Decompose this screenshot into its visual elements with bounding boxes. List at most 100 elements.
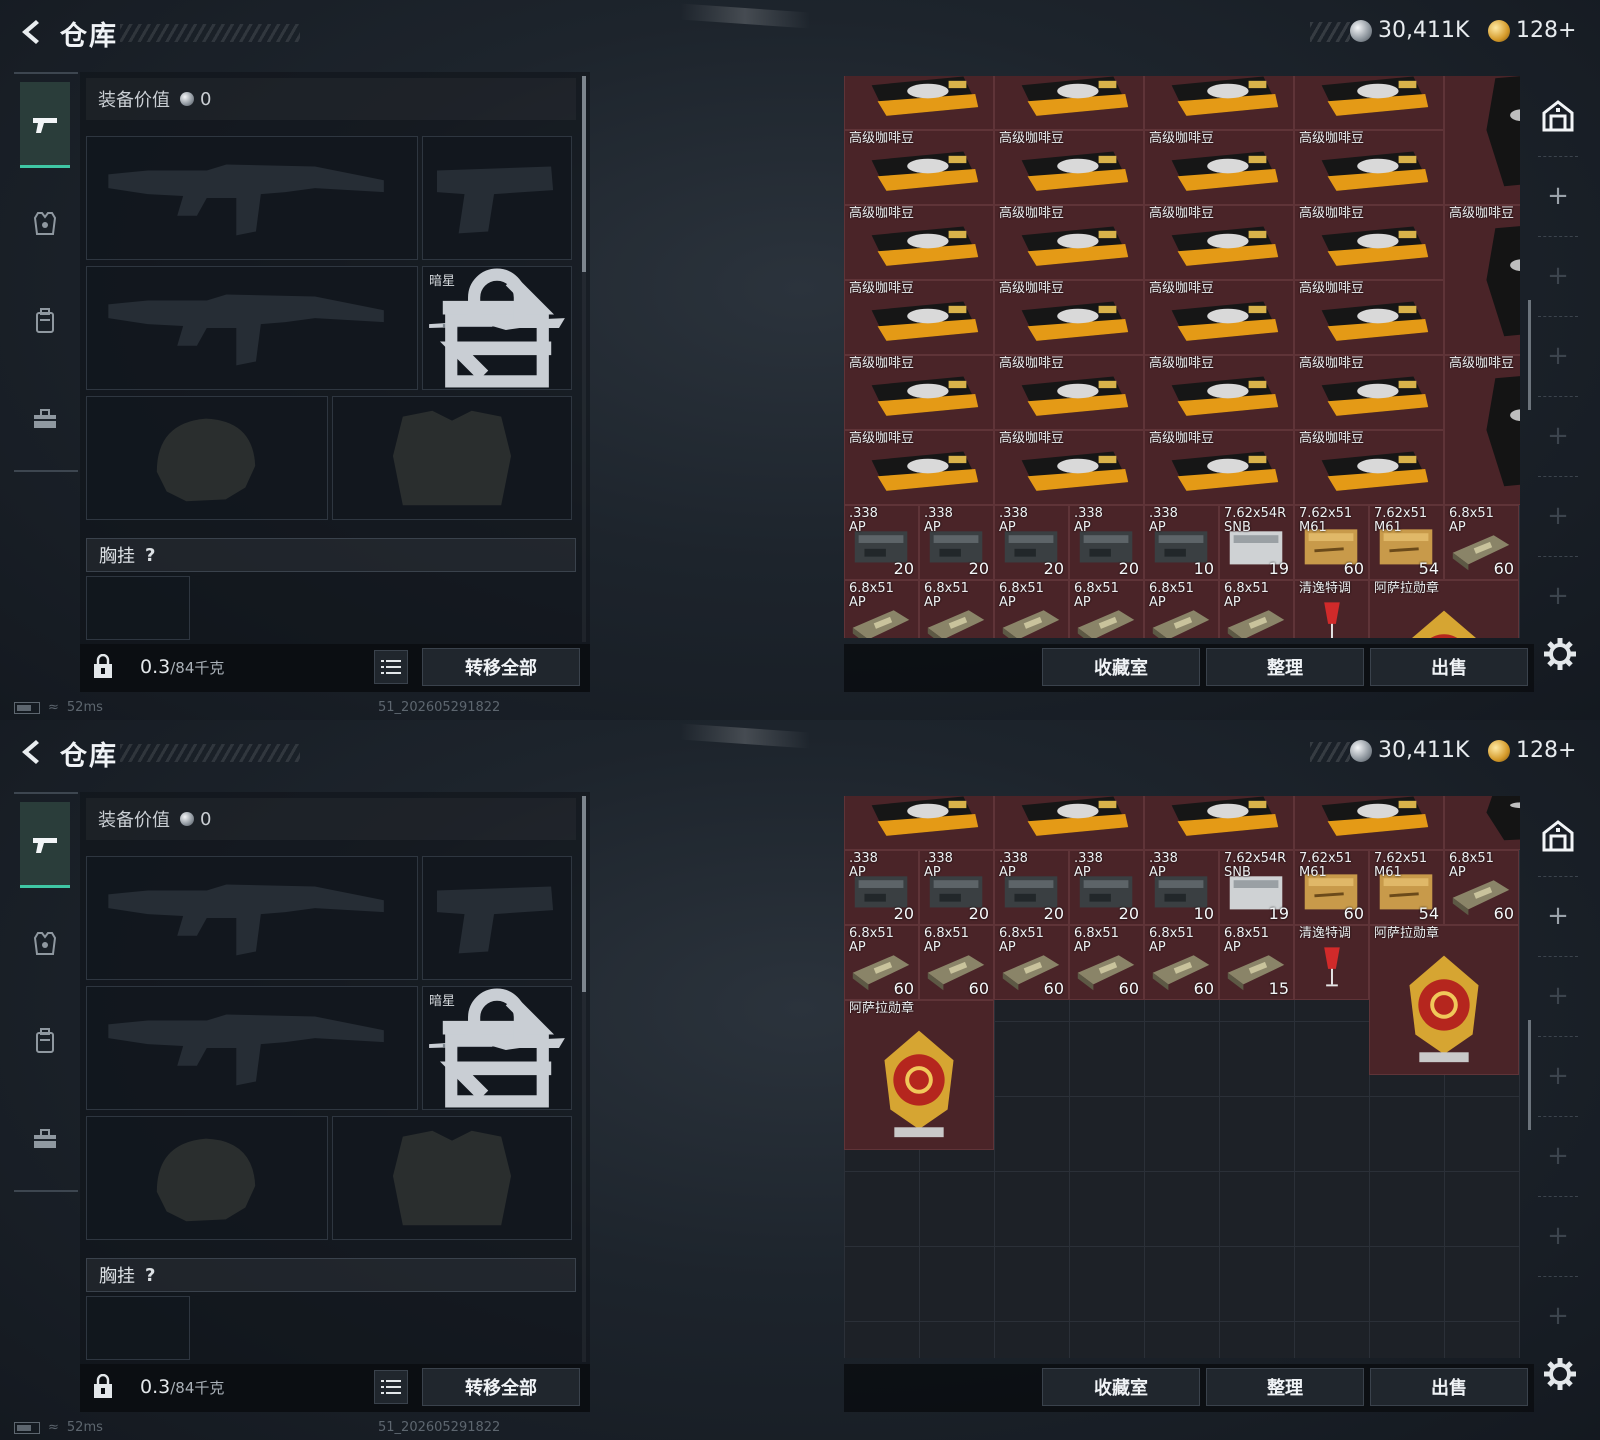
collection-room-button[interactable]: 收藏室	[1042, 648, 1200, 686]
stash-item[interactable]: 6.8x51 AP	[1219, 580, 1294, 638]
stash-item[interactable]: 阿萨拉勋章	[1369, 580, 1519, 638]
stash-item[interactable]: 清逸特调	[1294, 925, 1369, 1000]
stash-item[interactable]: .338 AP 20	[994, 850, 1069, 925]
melee-slot[interactable]: 暗星	[422, 266, 572, 390]
body-armor-slot[interactable]	[332, 396, 572, 520]
stash-item[interactable]: 高级咖啡豆	[1294, 205, 1444, 280]
stash-item[interactable]: .338 AP 20	[1069, 505, 1144, 580]
stash-item[interactable]	[994, 76, 1144, 130]
rail-tab-armor[interactable]	[20, 180, 70, 266]
stash-scrollbar[interactable]	[1528, 1020, 1531, 1130]
add-stash-page-button[interactable]: +	[1528, 886, 1588, 946]
stash-item[interactable]: 6.8x51 AP 60	[919, 925, 994, 1000]
stash-item[interactable]: 6.8x51 AP 60	[1444, 850, 1519, 925]
back-button[interactable]	[14, 16, 46, 48]
sort-button[interactable]: 整理	[1206, 648, 1364, 686]
stash-item[interactable]: 7.62x51 M61 60	[1294, 850, 1369, 925]
silver-currency[interactable]: 30,411K	[1350, 738, 1469, 763]
stash-item[interactable]: 7.62x54R SNB 19	[1219, 850, 1294, 925]
pistol-slot[interactable]	[422, 136, 572, 260]
body-armor-slot[interactable]	[332, 1116, 572, 1240]
add-stash-page-button[interactable]: +	[1528, 1126, 1588, 1186]
stash-item[interactable]: 6.8x51 AP 60	[1069, 925, 1144, 1000]
stash-item[interactable]: 高级咖啡豆	[1294, 430, 1444, 505]
stash-item[interactable]: 6.8x51 AP 60	[994, 925, 1069, 1000]
rail-tab-weapons[interactable]	[20, 802, 70, 888]
gold-currency[interactable]: 128+	[1488, 738, 1576, 763]
sort-button[interactable]: 整理	[1206, 1368, 1364, 1406]
stash-scrollbar[interactable]	[1528, 300, 1531, 410]
add-stash-page-button[interactable]: +	[1528, 966, 1588, 1026]
transfer-all-button[interactable]: 转移全部	[422, 648, 580, 686]
pistol-slot[interactable]	[422, 856, 572, 980]
rail-tab-backpack[interactable]	[20, 278, 70, 364]
silver-currency[interactable]: 30,411K	[1350, 18, 1469, 43]
stash-item[interactable]: 高级咖啡豆	[1444, 205, 1520, 355]
add-stash-page-button[interactable]: +	[1528, 166, 1588, 226]
stash-item[interactable]	[844, 796, 994, 850]
stash-item[interactable]: 阿萨拉勋章	[1369, 925, 1519, 1075]
stash-item[interactable]: 高级咖啡豆	[1144, 205, 1294, 280]
stash-item[interactable]: 高级咖啡豆	[844, 355, 994, 430]
sell-button[interactable]: 出售	[1370, 1368, 1528, 1406]
rail-tab-armor[interactable]	[20, 900, 70, 986]
stash-item[interactable]	[1294, 796, 1444, 850]
stash-item[interactable]: 6.8x51 AP 60	[1144, 925, 1219, 1000]
stash-item[interactable]: 6.8x51 AP 60	[1444, 505, 1519, 580]
secondary-weapon-slot[interactable]	[86, 986, 418, 1110]
collection-room-button[interactable]: 收藏室	[1042, 1368, 1200, 1406]
stash-item[interactable]: 高级咖啡豆	[1144, 130, 1294, 205]
stash-item[interactable]: .338 AP 20	[844, 505, 919, 580]
stash-home-button[interactable]	[1528, 806, 1588, 866]
stash-item[interactable]: 阿萨拉勋章	[844, 1000, 994, 1150]
stash-item[interactable]: 高级咖啡豆	[994, 130, 1144, 205]
stash-item[interactable]: 高级咖啡豆	[994, 355, 1144, 430]
melee-slot[interactable]: 暗星	[422, 986, 572, 1110]
scrollbar-thumb[interactable]	[582, 76, 586, 272]
helmet-slot[interactable]	[86, 396, 328, 520]
stash-item[interactable]: 高级咖啡豆	[994, 205, 1144, 280]
stash-item[interactable]: .338 AP 10	[1144, 505, 1219, 580]
primary-weapon-slot[interactable]	[86, 856, 418, 980]
stash-item[interactable]: 高级咖啡豆	[1294, 280, 1444, 355]
helmet-slot[interactable]	[86, 1116, 328, 1240]
stash-item[interactable]: 6.8x51 AP	[844, 580, 919, 638]
stash-item[interactable]: .338 AP 20	[919, 505, 994, 580]
stash-item[interactable]: .338 AP 20	[994, 505, 1069, 580]
stash-item[interactable]: 高级咖啡豆	[1294, 355, 1444, 430]
stash-item[interactable]: 高级咖啡豆	[994, 280, 1144, 355]
rail-tab-toolbox[interactable]	[20, 1096, 70, 1182]
stash-grid[interactable]: 高级咖啡豆 高级咖啡豆 高级咖啡豆 高级咖啡豆 高级咖啡豆 高级咖啡豆 高级咖啡豆 高级咖啡豆…	[844, 76, 1520, 638]
stash-item[interactable]	[994, 796, 1144, 850]
scrollbar-thumb[interactable]	[582, 796, 586, 992]
stash-item[interactable]: 清逸特调	[1294, 580, 1369, 638]
chest-rig-slot[interactable]	[86, 1296, 190, 1360]
stash-item[interactable]: 高级咖啡豆	[1144, 430, 1294, 505]
add-stash-page-button[interactable]: +	[1528, 1286, 1588, 1346]
gold-currency[interactable]: 128+	[1488, 18, 1576, 43]
stash-item[interactable]: 高级咖啡豆	[844, 430, 994, 505]
stash-item[interactable]: 6.8x51 AP	[1144, 580, 1219, 638]
rail-tab-toolbox[interactable]	[20, 376, 70, 462]
settings-gear-icon[interactable]	[1540, 1354, 1580, 1394]
stash-item[interactable]: 6.8x51 AP	[919, 580, 994, 638]
stash-item[interactable]: 高级咖啡豆	[844, 280, 994, 355]
stash-item[interactable]: 高级咖啡豆	[1294, 130, 1444, 205]
stash-item[interactable]	[1144, 76, 1294, 130]
stash-item[interactable]	[1444, 76, 1520, 205]
rail-tab-weapons[interactable]	[20, 82, 70, 168]
stash-item[interactable]: .338 AP 20	[1069, 850, 1144, 925]
add-stash-page-button[interactable]: +	[1528, 246, 1588, 306]
rail-tab-backpack[interactable]	[20, 998, 70, 1084]
add-stash-page-button[interactable]: +	[1528, 486, 1588, 546]
list-view-button[interactable]	[374, 650, 408, 684]
chest-rig-help-button[interactable]: ?	[145, 545, 155, 566]
stash-item[interactable]: 高级咖啡豆	[844, 130, 994, 205]
stash-item[interactable]	[1144, 796, 1294, 850]
stash-item[interactable]: 6.8x51 AP 15	[1219, 925, 1294, 1000]
stash-item[interactable]	[844, 76, 994, 130]
stash-item[interactable]: .338 AP 20	[844, 850, 919, 925]
add-stash-page-button[interactable]: +	[1528, 1046, 1588, 1106]
stash-item[interactable]: .338 AP 20	[919, 850, 994, 925]
add-stash-page-button[interactable]: +	[1528, 326, 1588, 386]
